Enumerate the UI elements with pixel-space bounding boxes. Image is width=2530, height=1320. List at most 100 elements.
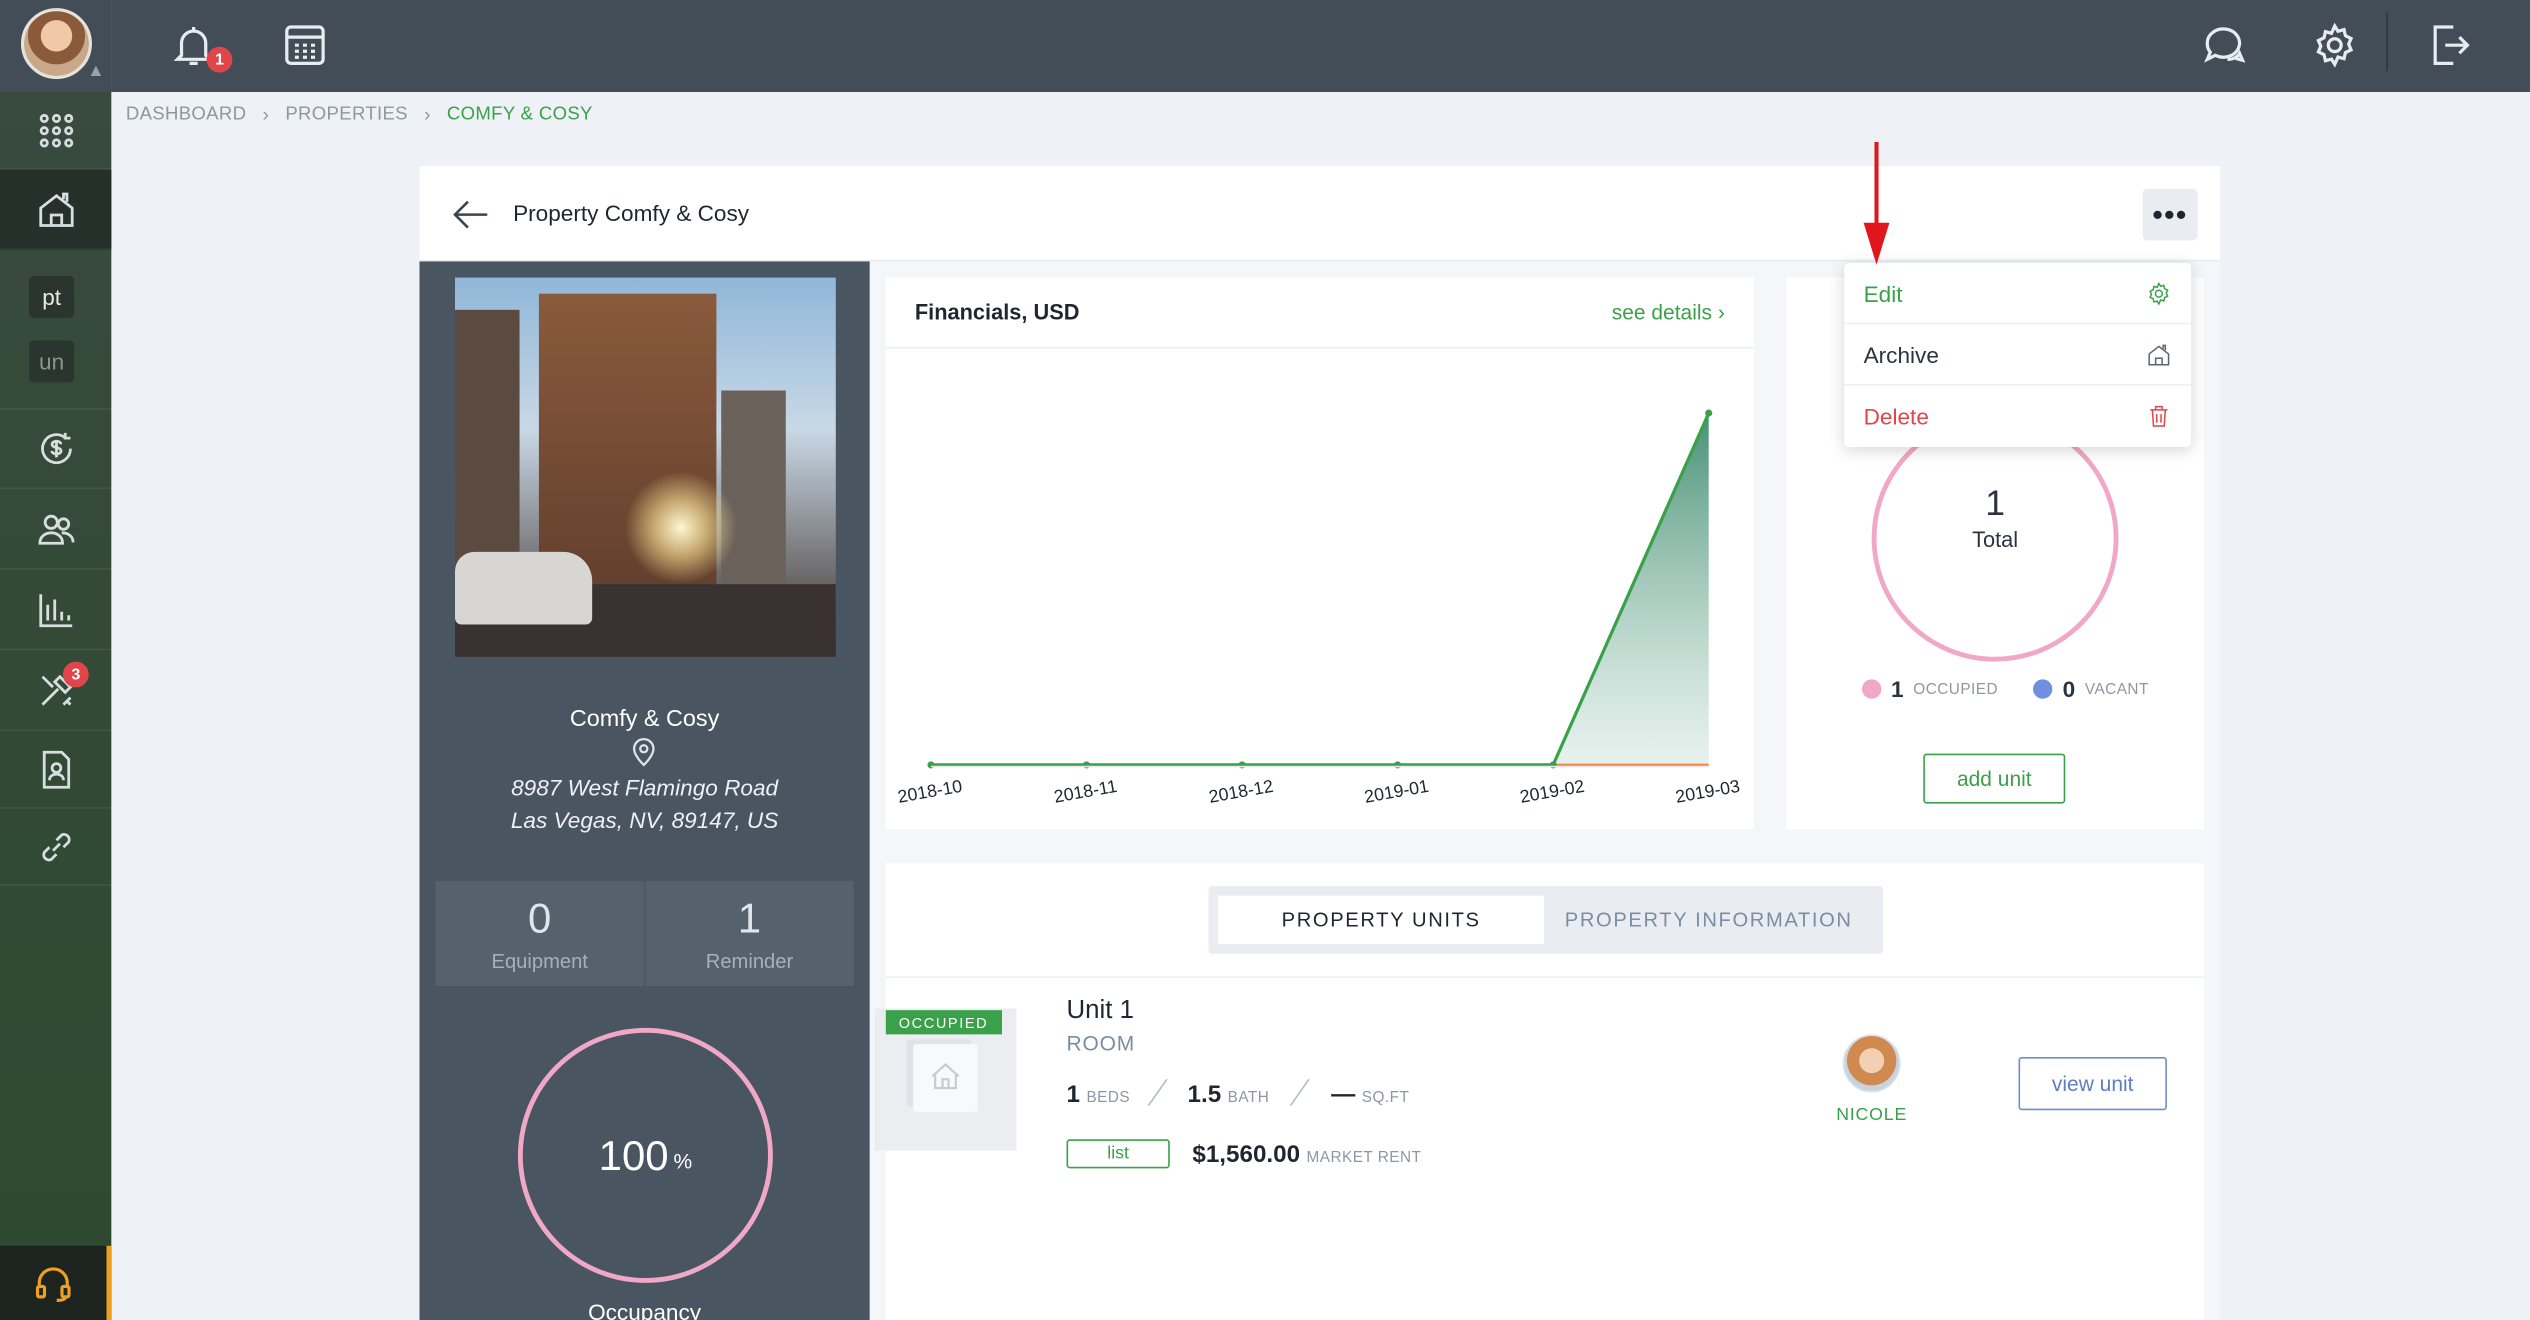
breadcrumb-dashboard[interactable]: DASHBOARD [126,105,246,124]
menu-item-archive-label: Archive [1863,341,1939,368]
chat-icon[interactable] [2199,21,2247,69]
card-header: Property Comfy & Cosy ••• [419,166,2221,262]
gear-icon [2149,281,2169,306]
link-icon[interactable] [0,808,112,886]
property-icon[interactable] [0,169,112,251]
user-avatar-area[interactable]: ▲ [0,0,112,92]
data-point [927,761,935,769]
occupied-dot [1861,679,1882,699]
user-avatar[interactable] [20,8,92,80]
breadcrumb: DASHBOARD › PROPERTIES › COMFY & COSY [126,103,593,126]
data-point [1705,409,1713,417]
house-icon [931,1063,960,1090]
tenant-name[interactable]: NICOLE [1815,1105,1928,1124]
breadcrumb-properties[interactable]: PROPERTIES [285,105,407,124]
menu-item-delete-label: Delete [1863,403,1929,430]
gear-icon[interactable] [2311,21,2359,69]
documents-icon[interactable] [0,731,112,809]
page-title: Property Comfy & Cosy [513,200,750,226]
reminder-stat[interactable]: 1 Reminder [645,881,854,986]
equipment-stat[interactable]: 0 Equipment [435,881,644,986]
occupancy-unit: % [673,1148,693,1173]
menu-item-archive[interactable]: Archive [1844,324,2192,386]
apps-grid-icon[interactable] [0,92,112,170]
sidebar-chip-pt[interactable]: pt [29,275,75,318]
equipment-label: Equipment [491,950,588,974]
rent-value: $1,560.00 [1192,1140,1301,1169]
bath-label: BATH [1227,1089,1270,1107]
x-tick-label: 2018-11 [1052,776,1118,807]
occupied-count: 1 [1891,676,1904,702]
data-point [1394,761,1402,769]
calendar-icon[interactable] [281,21,329,69]
tab-bar: PROPERTY UNITS PROPERTY INFORMATION [1208,885,1883,954]
property-photo [455,277,836,657]
more-options-button[interactable]: ••• [2142,188,2198,241]
sqft-value: — [1331,1081,1356,1109]
unit-sqft: — SQ.FT [1331,1081,1409,1108]
add-unit-button[interactable]: add unit [1923,753,2066,804]
pin-icon[interactable]: ▲ [87,61,105,80]
divider [1147,1078,1168,1107]
sidebar-chip-un[interactable]: un [29,340,75,383]
tab-property-units[interactable]: PROPERTY UNITS [1218,895,1545,945]
maintenance-badge: 3 [62,661,89,688]
x-tick-label: 2019-01 [1363,776,1431,807]
top-bar: 1 [111,0,2530,92]
more-options-menu: Edit Archive Delete [1844,263,2192,447]
equipment-count: 0 [528,893,552,943]
address-line-1: 8987 West Flamingo Road [511,774,779,801]
units-total-count: 1 [1985,482,2005,523]
reports-icon[interactable] [0,570,112,651]
unit-name[interactable]: Unit 1 [1067,997,1134,1026]
unit-type: ROOM [1066,1031,1136,1056]
chevron-right-icon: › [262,103,270,126]
menu-item-edit[interactable]: Edit [1844,263,2192,325]
x-tick-label: 2018-10 [896,776,964,807]
financials-title: Financials, USD [914,300,1080,325]
view-unit-button[interactable]: view unit [2018,1056,2167,1111]
beds-label: BEDS [1086,1089,1131,1107]
series-area [930,413,1709,765]
breadcrumb-current: COMFY & COSY [446,104,593,125]
back-arrow-icon[interactable] [452,197,491,233]
support-headset-icon[interactable] [0,1245,112,1320]
sidebar: ▲ pt un 3 [0,0,112,1320]
occupied-label: OCCUPIED [1913,680,1999,698]
topbar-divider [2386,12,2388,72]
units-list-card: PROPERTY UNITS PROPERTY INFORMATION OCCU… [874,863,2205,1320]
financials-chart: 2018-10 2018-11 2018-12 2019-01 2019-02 2019-… [896,409,1742,807]
notification-badge: 1 [206,46,233,73]
divider [1289,1078,1310,1107]
beds-count: 1 [1066,1081,1080,1109]
see-details-link[interactable]: see details › [1612,300,1725,324]
units-legend: 1 OCCUPIED 0 VACANT [1861,676,2149,702]
occupancy-label: Occupancy [588,1299,702,1320]
finance-icon[interactable] [0,408,112,489]
rent-label: MARKET RENT [1306,1148,1422,1167]
tab-property-information[interactable]: PROPERTY INFORMATION [1544,896,1873,944]
x-tick-label: 2019-02 [1518,776,1586,807]
red-arrow-annotation [1863,142,1890,265]
property-name: Comfy & Cosy [569,706,720,733]
unit-rent: $1,560.00 MARKET RENT [1192,1141,1421,1168]
status-badge: OCCUPIED [885,1010,1002,1035]
tools-icon[interactable] [0,650,112,732]
location-pin-icon [631,737,657,767]
chevron-right-icon: › [423,103,431,126]
reminder-count: 1 [737,893,762,943]
financials-card: Financials, USD see details › 2018-10 201… [885,277,1754,830]
property-summary-panel: Comfy & Cosy 8987 West Flamingo Road Las… [419,261,870,1320]
occupancy-gauge: 100 % [517,1027,773,1283]
address-line-2: Las Vegas, NV, 89147, US [510,806,779,833]
tenant-avatar[interactable] [1842,1034,1901,1093]
people-icon[interactable] [0,489,112,570]
vacant-label: VACANT [2084,680,2149,698]
menu-item-delete[interactable]: Delete [1844,386,2191,447]
list-button[interactable]: list [1066,1139,1170,1169]
unit-bath: 1.5 BATH [1188,1081,1270,1108]
data-point [1238,761,1246,769]
data-point [1082,761,1091,769]
unit-beds: 1 BEDS [1067,1081,1131,1108]
logout-icon[interactable] [2425,21,2473,69]
